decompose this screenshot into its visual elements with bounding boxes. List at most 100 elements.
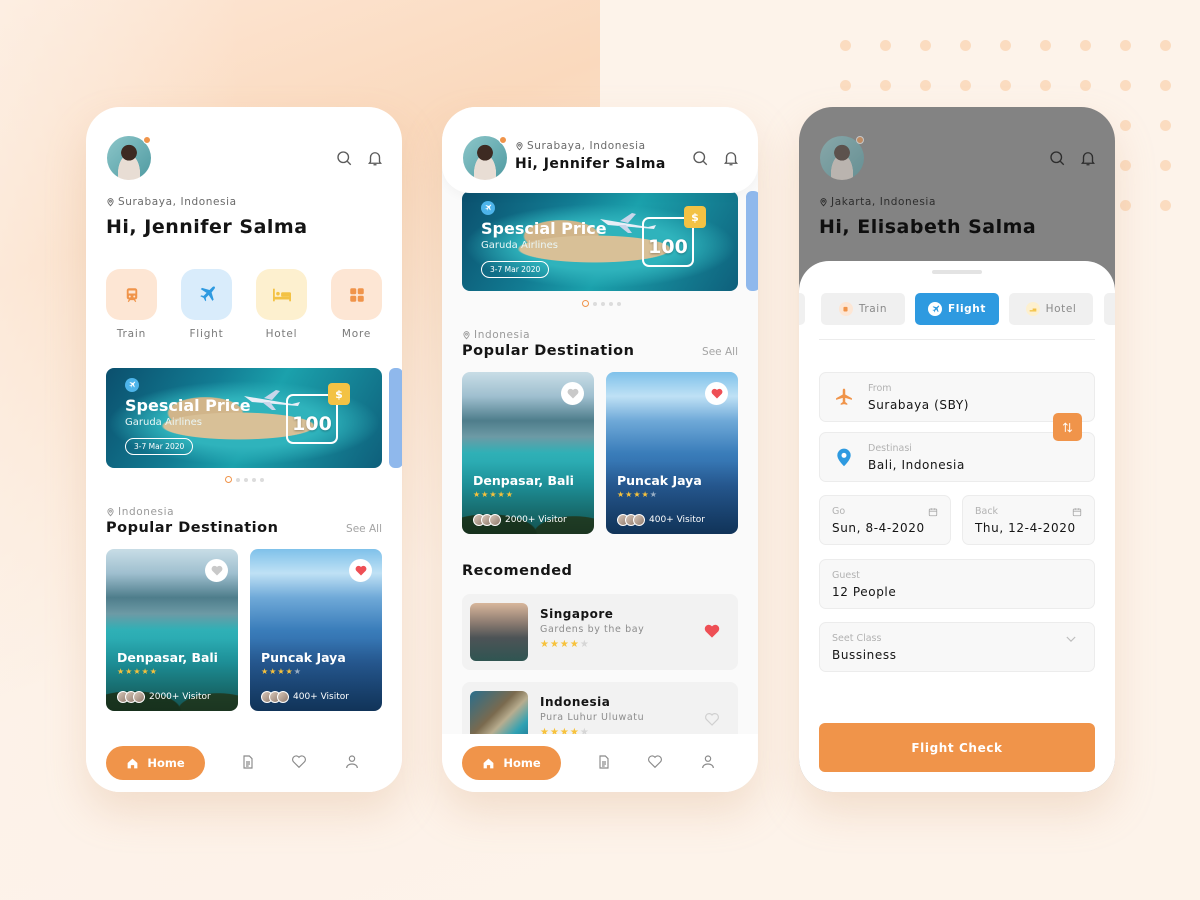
location-text: Jakarta, Indonesia (831, 196, 936, 208)
heart-outline-icon[interactable] (291, 754, 307, 770)
bell-icon[interactable] (366, 149, 384, 167)
avatar[interactable] (463, 136, 507, 180)
search-icon[interactable] (691, 149, 709, 167)
recommended-item[interactable]: Singapore Gardens by the bay ★★★★★ (462, 594, 738, 670)
document-icon[interactable] (240, 754, 256, 770)
heart-icon[interactable] (704, 623, 720, 639)
category-hotel[interactable]: Hotel (256, 269, 307, 340)
visitor-count: 2000+ Visitor (473, 514, 567, 526)
decorative-dot (1040, 80, 1051, 91)
recommended-item-title: Singapore (540, 607, 614, 621)
destination-name: Denpasar, Bali (117, 650, 218, 665)
phone-home-screen: Surabaya, Indonesia Hi, Jennifer Salma T… (86, 107, 402, 792)
decorative-dot (1000, 80, 1011, 91)
pager-dot[interactable] (601, 301, 605, 306)
pager-dot-active[interactable] (582, 300, 589, 307)
map-pin-icon (837, 448, 851, 467)
greeting-title: Hi, Jennifer Salma (106, 216, 308, 238)
back-date-field[interactable]: Back Thu, 12-4-2020 (962, 495, 1095, 545)
chevron-down-icon (1066, 636, 1076, 642)
category-more[interactable]: More (331, 269, 382, 340)
search-icon[interactable] (335, 149, 353, 167)
category-flight[interactable]: Flight (181, 269, 232, 340)
decorative-dot (840, 40, 851, 51)
grid-icon (349, 287, 364, 302)
see-all-link[interactable]: See All (702, 346, 738, 358)
phone-home-scrolled-screen: Surabaya, Indonesia Hi, Jennifer Salma S… (442, 107, 758, 792)
destination-card[interactable]: Denpasar, Bali ★★★★★ 2000+ Visitor (462, 372, 594, 534)
category-tile[interactable] (331, 269, 382, 320)
visitor-count: 400+ Visitor (261, 691, 349, 703)
destination-card[interactable]: Puncak Jaya ★★★★★ 400+ Visitor (250, 549, 382, 711)
airplane-takeoff-icon (836, 388, 852, 405)
recommended-item-subtitle: Pura Luhur Uluwatu (540, 712, 645, 723)
favorite-button[interactable] (205, 559, 228, 582)
promo-banner[interactable]: Spescial Price Garuda Airlines 3-7 Mar 2… (106, 368, 382, 468)
location-pin-icon (516, 142, 523, 151)
decorative-dot (880, 80, 891, 91)
currency-badge: $ (328, 383, 350, 405)
visitor-count: 2000+ Visitor (117, 691, 211, 703)
tab-prev-peek[interactable] (799, 293, 805, 325)
pager-dot[interactable] (236, 477, 240, 482)
pager-dot[interactable] (244, 477, 248, 482)
category-train[interactable]: Train (106, 269, 157, 340)
seat-class-select[interactable]: Seet Class Bussiness (819, 622, 1095, 672)
destination-card[interactable]: Denpasar, Bali ★★★★★ 2000+ Visitor (106, 549, 238, 711)
calendar-icon (928, 508, 938, 517)
flight-check-button[interactable]: Flight Check (819, 723, 1095, 772)
promo-banner[interactable]: Spescial Price Garuda Airlines 3-7 Mar 2… (462, 191, 738, 291)
swap-locations-button[interactable] (1053, 413, 1082, 441)
tab-train[interactable]: Train (821, 293, 905, 325)
back-value: Thu, 12-4-2020 (975, 521, 1076, 535)
heart-outline-icon[interactable] (647, 754, 663, 770)
category-tile[interactable] (106, 269, 157, 320)
pager-dot[interactable] (609, 301, 613, 306)
favorite-button[interactable] (705, 382, 728, 405)
sheet-grab-handle[interactable] (932, 270, 982, 274)
destination-card[interactable]: Puncak Jaya ★★★★★ 400+ Visitor (606, 372, 738, 534)
nav-home-label: Home (147, 756, 185, 770)
location-label: Surabaya, Indonesia (106, 196, 237, 208)
pager-dot[interactable] (260, 477, 264, 482)
carousel-pager (582, 300, 621, 307)
pager-dot[interactable] (593, 301, 597, 306)
nav-home-button[interactable]: Home (462, 746, 561, 780)
next-banner-peek[interactable] (389, 368, 402, 468)
tab-flight[interactable]: Flight (915, 293, 999, 325)
promo-airline: Garuda Airlines (481, 240, 558, 251)
go-date-field[interactable]: Go Sun, 8-4-2020 (819, 495, 951, 545)
favorite-button[interactable] (349, 559, 372, 582)
category-tile[interactable] (256, 269, 307, 320)
carousel-pager (225, 476, 264, 483)
decorative-dot (840, 80, 851, 91)
visitor-count: 400+ Visitor (617, 514, 705, 526)
pager-dot-active[interactable] (225, 476, 232, 483)
pager-dot[interactable] (617, 301, 621, 306)
profile-icon[interactable] (344, 754, 360, 770)
category-tile[interactable] (181, 269, 232, 320)
avatar[interactable] (107, 136, 151, 180)
location-pin-icon (107, 198, 114, 207)
destination-name: Denpasar, Bali (473, 473, 574, 488)
tab-hotel[interactable]: Hotel (1009, 293, 1093, 325)
tab-next-peek[interactable] (1104, 293, 1115, 325)
bell-icon[interactable] (722, 149, 740, 167)
location-text: Surabaya, Indonesia (118, 196, 237, 208)
visitor-avatars (261, 691, 289, 703)
avatar (820, 136, 864, 180)
promo-price: 100 (292, 413, 332, 435)
profile-icon[interactable] (700, 754, 716, 770)
train-icon (126, 287, 137, 302)
next-banner-peek[interactable] (746, 191, 758, 291)
promo-airline: Garuda Airlines (125, 417, 202, 428)
nav-home-button[interactable]: Home (106, 746, 205, 780)
pager-dot[interactable] (252, 477, 256, 482)
destination-name: Puncak Jaya (617, 473, 702, 488)
heart-outline-icon[interactable] (704, 711, 720, 727)
document-icon[interactable] (596, 754, 612, 770)
see-all-link[interactable]: See All (346, 523, 382, 535)
guest-field[interactable]: Guest 12 People (819, 559, 1095, 609)
favorite-button[interactable] (561, 382, 584, 405)
heart-icon (567, 388, 578, 399)
